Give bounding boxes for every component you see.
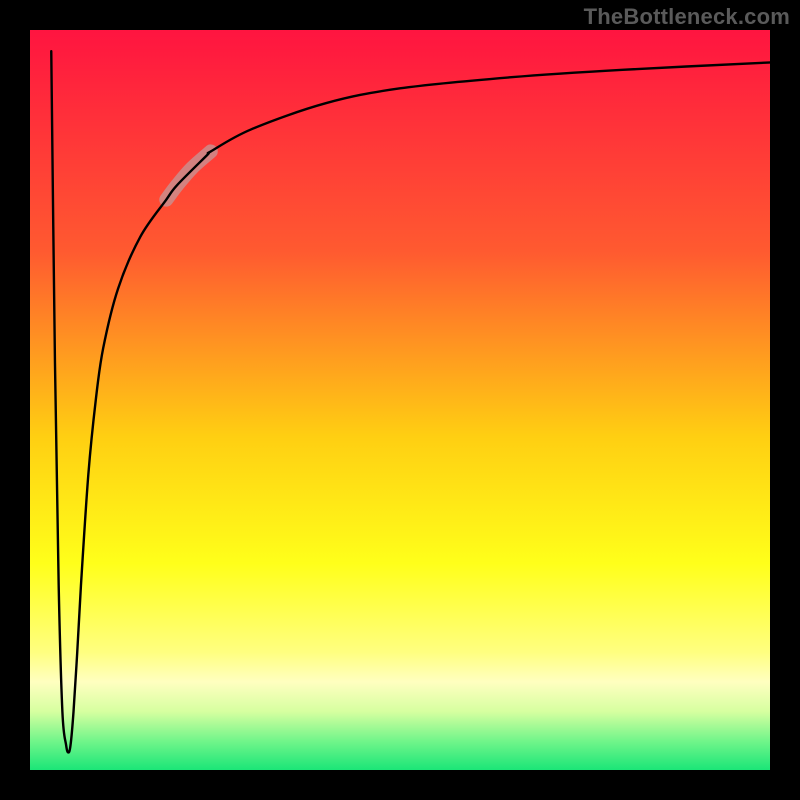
watermark-text: TheBottleneck.com [584, 4, 790, 30]
chart-stage: TheBottleneck.com [0, 0, 800, 800]
bottleneck-chart [0, 0, 800, 800]
chart-gradient-background [29, 29, 771, 771]
